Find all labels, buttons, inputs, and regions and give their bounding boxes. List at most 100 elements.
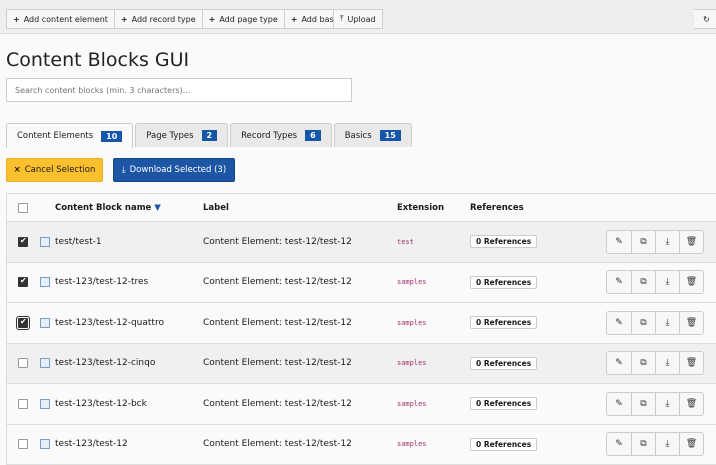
tab-basics[interactable]: Basics 15	[334, 123, 412, 147]
add-record-type-button[interactable]: + Add record type	[115, 9, 203, 29]
add-button-group: +Add content element +Add record type +A…	[6, 9, 347, 29]
tab-record-types[interactable]: Record Types 6	[230, 123, 332, 147]
block-name: test-123/test-12-bck	[55, 399, 147, 409]
page-title: Content Blocks GUI	[6, 49, 189, 71]
upload-button[interactable]: ⤒ Upload	[333, 9, 383, 29]
label: Content Block name	[55, 203, 151, 213]
delete-icon[interactable]: 🗑	[679, 231, 703, 253]
search-input[interactable]	[6, 78, 352, 102]
edit-icon[interactable]: ✎	[607, 433, 631, 455]
count-badge: 15	[380, 130, 401, 141]
table-header: Content Block name ▼ Label Extension Ref…	[7, 194, 716, 222]
edit-icon[interactable]: ✎	[607, 231, 631, 253]
row-checkbox[interactable]	[18, 358, 28, 368]
references-button[interactable]: 0 References	[470, 235, 537, 248]
sort-desc-icon: ▼	[154, 203, 161, 213]
copy-icon[interactable]: ⧉	[631, 231, 655, 253]
table-row: test-123/test-12-quattro Content Element…	[7, 303, 716, 344]
row-actions: ✎ ⧉ ⤓ 🗑	[606, 351, 704, 375]
plus-icon: +	[121, 15, 128, 24]
tab-label: Basics	[345, 131, 372, 141]
references-button[interactable]: 0 References	[470, 438, 537, 451]
content-blocks-table: Content Block name ▼ Label Extension Ref…	[6, 193, 716, 465]
row-checkbox[interactable]	[18, 237, 28, 247]
block-label: Content Element: test-12/test-12	[203, 439, 352, 449]
tab-bar: Content Elements 10 Page Types2 Record Ty…	[6, 123, 412, 148]
label: Add page type	[219, 15, 277, 24]
refresh-icon: ↻	[703, 15, 710, 24]
references-button[interactable]: 0 References	[470, 397, 537, 410]
column-header-extension: Extension	[397, 203, 444, 213]
edit-icon[interactable]: ✎	[607, 393, 631, 415]
upload-icon: ⤒	[340, 14, 344, 24]
delete-icon[interactable]: 🗑	[679, 433, 703, 455]
block-extension: samples	[397, 319, 427, 327]
references-button[interactable]: 0 References	[470, 357, 537, 370]
references-button[interactable]: 0 References	[470, 316, 537, 329]
copy-icon[interactable]: ⧉	[631, 433, 655, 455]
row-checkbox[interactable]	[18, 277, 28, 287]
download-icon[interactable]: ⤓	[655, 231, 679, 253]
delete-icon[interactable]: 🗑	[679, 393, 703, 415]
download-icon[interactable]: ⤓	[655, 393, 679, 415]
content-element-icon	[40, 318, 50, 328]
content-element-icon	[40, 277, 50, 287]
tab-label: Content Elements	[17, 131, 93, 141]
column-header-name[interactable]: Content Block name ▼	[55, 203, 161, 213]
refresh-button[interactable]: ↻	[694, 9, 716, 29]
download-icon[interactable]: ⤓	[655, 312, 679, 334]
row-checkbox[interactable]	[18, 439, 28, 449]
download-icon[interactable]: ⤓	[655, 271, 679, 293]
block-name: test-123/test-12-quattro	[55, 318, 164, 328]
download-selected-button[interactable]: ⤓Download Selected (3)	[113, 158, 235, 182]
toolbar: +Add content element +Add record type +A…	[0, 0, 716, 34]
row-actions: ✎ ⧉ ⤓ 🗑	[606, 270, 704, 294]
block-label: Content Element: test-12/test-12	[203, 358, 352, 368]
content-element-icon	[40, 399, 50, 409]
close-icon: ×	[14, 165, 21, 175]
copy-icon[interactable]: ⧉	[631, 352, 655, 374]
edit-icon[interactable]: ✎	[607, 312, 631, 334]
tab-label: Record Types	[241, 131, 297, 141]
row-actions: ✎ ⧉ ⤓ 🗑	[606, 311, 704, 335]
block-label: Content Element: test-12/test-12	[203, 318, 352, 328]
copy-icon[interactable]: ⧉	[631, 312, 655, 334]
label: Add record type	[132, 15, 196, 24]
count-badge: 2	[202, 130, 218, 141]
cancel-selection-button[interactable]: × Cancel Selection	[6, 158, 103, 182]
label: Upload	[348, 15, 376, 24]
copy-icon[interactable]: ⧉	[631, 271, 655, 293]
block-extension: samples	[397, 359, 427, 367]
content-element-icon	[40, 237, 50, 247]
block-name: test-123/test-12-cinqo	[55, 358, 155, 368]
tab-page-types[interactable]: Page Types2	[135, 123, 228, 147]
block-extension: samples	[397, 278, 427, 286]
download-icon[interactable]: ⤓	[655, 433, 679, 455]
row-checkbox[interactable]	[18, 399, 28, 409]
copy-icon[interactable]: ⧉	[631, 393, 655, 415]
table-row: test-123/test-12-bck Content Element: te…	[7, 384, 716, 425]
table-row: test/test-1 Content Element: test-12/tes…	[7, 222, 716, 263]
count-badge: 6	[305, 130, 321, 141]
table-row: test-123/test-12-tres Content Element: t…	[7, 263, 716, 304]
block-label: Content Element: test-12/test-12	[203, 277, 352, 287]
edit-icon[interactable]: ✎	[607, 271, 631, 293]
references-button[interactable]: 0 References	[470, 276, 537, 289]
tab-content-elements[interactable]: Content Elements 10	[6, 123, 133, 148]
plus-icon: +	[13, 15, 20, 24]
download-icon[interactable]: ⤓	[655, 352, 679, 374]
select-all-checkbox[interactable]	[18, 203, 28, 213]
block-label: Content Element: test-12/test-12	[203, 237, 352, 247]
row-actions: ✎ ⧉ ⤓ 🗑	[606, 392, 704, 416]
delete-icon[interactable]: 🗑	[679, 352, 703, 374]
count-badge: 10	[101, 131, 122, 142]
plus-icon: +	[209, 15, 216, 24]
row-checkbox[interactable]	[18, 318, 28, 328]
delete-icon[interactable]: 🗑	[679, 271, 703, 293]
add-page-type-button[interactable]: +Add page type	[203, 9, 285, 29]
label: Cancel Selection	[25, 165, 96, 175]
edit-icon[interactable]: ✎	[607, 352, 631, 374]
content-element-icon	[40, 358, 50, 368]
add-content-element-button[interactable]: +Add content element	[6, 9, 115, 29]
delete-icon[interactable]: 🗑	[679, 312, 703, 334]
